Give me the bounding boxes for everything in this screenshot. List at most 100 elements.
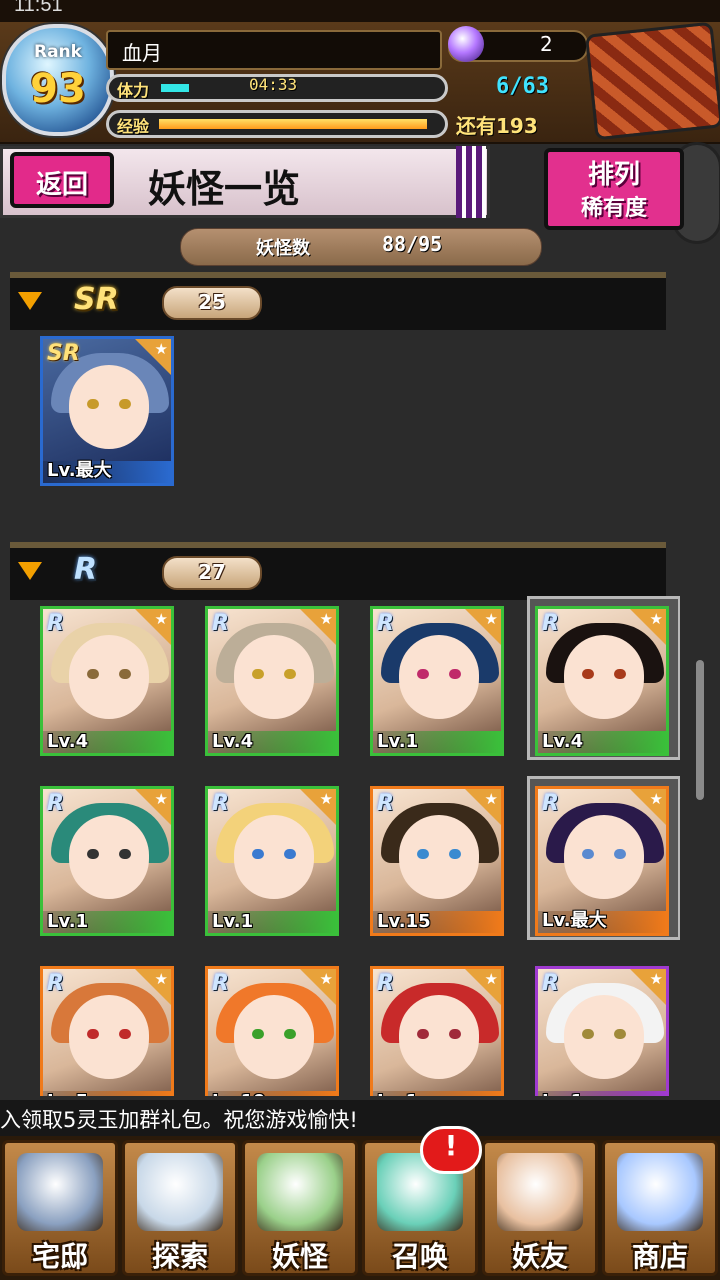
back-button[interactable]: 返回: [10, 152, 114, 208]
status-bar: 11:51: [0, 0, 720, 22]
portrait-eyes: [252, 1029, 298, 1039]
portrait-eyes: [417, 669, 463, 679]
rarity-section-header[interactable]: SR 25: [10, 272, 666, 330]
card-level: Lv.1: [377, 1091, 418, 1096]
yokai-card[interactable]: ★ R Lv.5: [40, 966, 174, 1096]
page-title: 妖怪一览: [148, 167, 301, 211]
portrait-eyes: [87, 399, 133, 409]
exp-label: 经验: [117, 117, 150, 136]
bottom-nav: 宅邸 探索 妖怪 召唤 妖友 商店: [0, 1136, 720, 1280]
nav-label: 妖友: [511, 1240, 568, 1273]
nav-button-magnifier[interactable]: 探索: [122, 1140, 238, 1276]
alert-mark: !: [444, 1129, 458, 1162]
card-rarity-badge: R: [542, 611, 559, 636]
exp-bar: 经验: [106, 110, 448, 138]
right-eye: [449, 669, 461, 679]
stamina-count: 6/63: [496, 74, 549, 99]
sort-value: 稀有度: [580, 196, 647, 221]
stamina-timer: 04:33: [249, 75, 298, 94]
left-eye: [582, 849, 594, 859]
portrait-eyes: [87, 669, 133, 679]
nav-label: 商店: [631, 1240, 688, 1273]
section-count-pill: 27: [162, 556, 262, 590]
rank-emblem[interactable]: Rank 93: [2, 24, 114, 136]
sort-button[interactable]: 排列 稀有度: [544, 148, 684, 230]
card-level: Lv.4: [542, 731, 584, 752]
star-icon: ★: [649, 790, 663, 808]
yokai-card[interactable]: ★ R Lv.1: [370, 606, 504, 756]
yokai-card[interactable]: ★ R Lv.最大: [535, 786, 669, 936]
yokai-card[interactable]: ★ R Lv.19: [205, 966, 339, 1096]
yokai-card[interactable]: ★ R Lv.15: [370, 786, 504, 936]
star-icon: ★: [319, 790, 333, 808]
yokai-card[interactable]: ★ SR Lv.最大: [40, 336, 174, 486]
exp-fill: [159, 119, 427, 129]
right-eye: [614, 849, 626, 859]
yokai-card[interactable]: ★ R Lv.1: [370, 966, 504, 1096]
yokai-card[interactable]: ★ R Lv.1: [205, 786, 339, 936]
right-eye: [119, 849, 131, 859]
yokai-card[interactable]: ★ R Lv.4: [535, 606, 669, 756]
stamina-label: 体力: [117, 81, 150, 100]
yokai-card[interactable]: ★ R Lv.1: [535, 966, 669, 1096]
nav-button-house[interactable]: 宅邸: [2, 1140, 118, 1276]
star-icon: ★: [649, 970, 663, 988]
left-eye: [417, 669, 429, 679]
yokai-card[interactable]: ★ R Lv.4: [40, 606, 174, 756]
star-icon: ★: [484, 610, 498, 628]
card-level: Lv.1: [542, 1091, 583, 1096]
right-eye: [284, 1029, 296, 1039]
card-level: Lv.1: [377, 731, 419, 752]
crystal-ball-icon: [617, 1153, 703, 1231]
exp-remaining: 还有193: [456, 114, 538, 138]
right-eye: [119, 1029, 131, 1039]
nav-label: 妖怪: [271, 1240, 328, 1273]
left-eye: [252, 1029, 264, 1039]
orb-count: 2: [540, 32, 553, 56]
nav-button-scroll[interactable]: 妖怪: [242, 1140, 358, 1276]
star-icon: ★: [319, 610, 333, 628]
portrait-eyes: [417, 1029, 463, 1039]
gift-chest-icon[interactable]: [584, 21, 720, 141]
card-rarity-badge: R: [47, 791, 64, 816]
player-name: 血月: [122, 41, 162, 65]
summon-alert-badge: !: [420, 1126, 482, 1174]
collapse-triangle-icon: [18, 562, 42, 580]
list-scrollbar[interactable]: [696, 660, 704, 800]
rarity-section-header[interactable]: R 27: [10, 542, 666, 600]
star-icon: ★: [484, 790, 498, 808]
card-rarity-badge: R: [377, 971, 394, 996]
right-eye: [119, 399, 131, 409]
sort-label: 排列: [587, 160, 640, 190]
card-rarity-badge: R: [212, 791, 229, 816]
portrait-eyes: [87, 849, 133, 859]
collapse-triangle-icon: [18, 292, 42, 310]
back-button-label: 返回: [35, 170, 88, 200]
yokai-count-value: 88/95: [382, 232, 443, 256]
rank-label: Rank: [34, 42, 82, 62]
yokai-card[interactable]: ★ R Lv.4: [205, 606, 339, 756]
left-eye: [87, 399, 99, 409]
yokai-card[interactable]: ★ R Lv.1: [40, 786, 174, 936]
right-eye: [284, 669, 296, 679]
star-icon: ★: [154, 610, 168, 628]
left-eye: [417, 849, 429, 859]
portrait-eyes: [582, 669, 628, 679]
right-eye: [449, 849, 461, 859]
card-level: Lv.最大: [542, 910, 607, 931]
card-level: Lv.1: [47, 911, 89, 932]
left-eye: [87, 669, 99, 679]
title-stripe: [456, 146, 486, 218]
nav-button-friend[interactable]: 妖友: [482, 1140, 598, 1276]
status-time: 11:51: [14, 0, 63, 16]
scroll-icon: [257, 1153, 343, 1231]
news-ticker: 入领取5灵玉加群礼包。祝您游戏愉快!: [0, 1100, 720, 1136]
house-icon: [17, 1153, 103, 1231]
nav-button-crystal-ball[interactable]: 商店: [602, 1140, 718, 1276]
star-icon: ★: [154, 790, 168, 808]
star-icon: ★: [319, 970, 333, 988]
star-icon: ★: [154, 970, 168, 988]
section-count: 25: [198, 290, 226, 314]
portrait-eyes: [582, 849, 628, 859]
yokai-list[interactable]: SR 25 ★ SR Lv.最大 R 27 ★ R Lv.4 ★ R Lv.4 ★ R Lv.1 ★ R Lv.4 ★…: [10, 266, 680, 1096]
